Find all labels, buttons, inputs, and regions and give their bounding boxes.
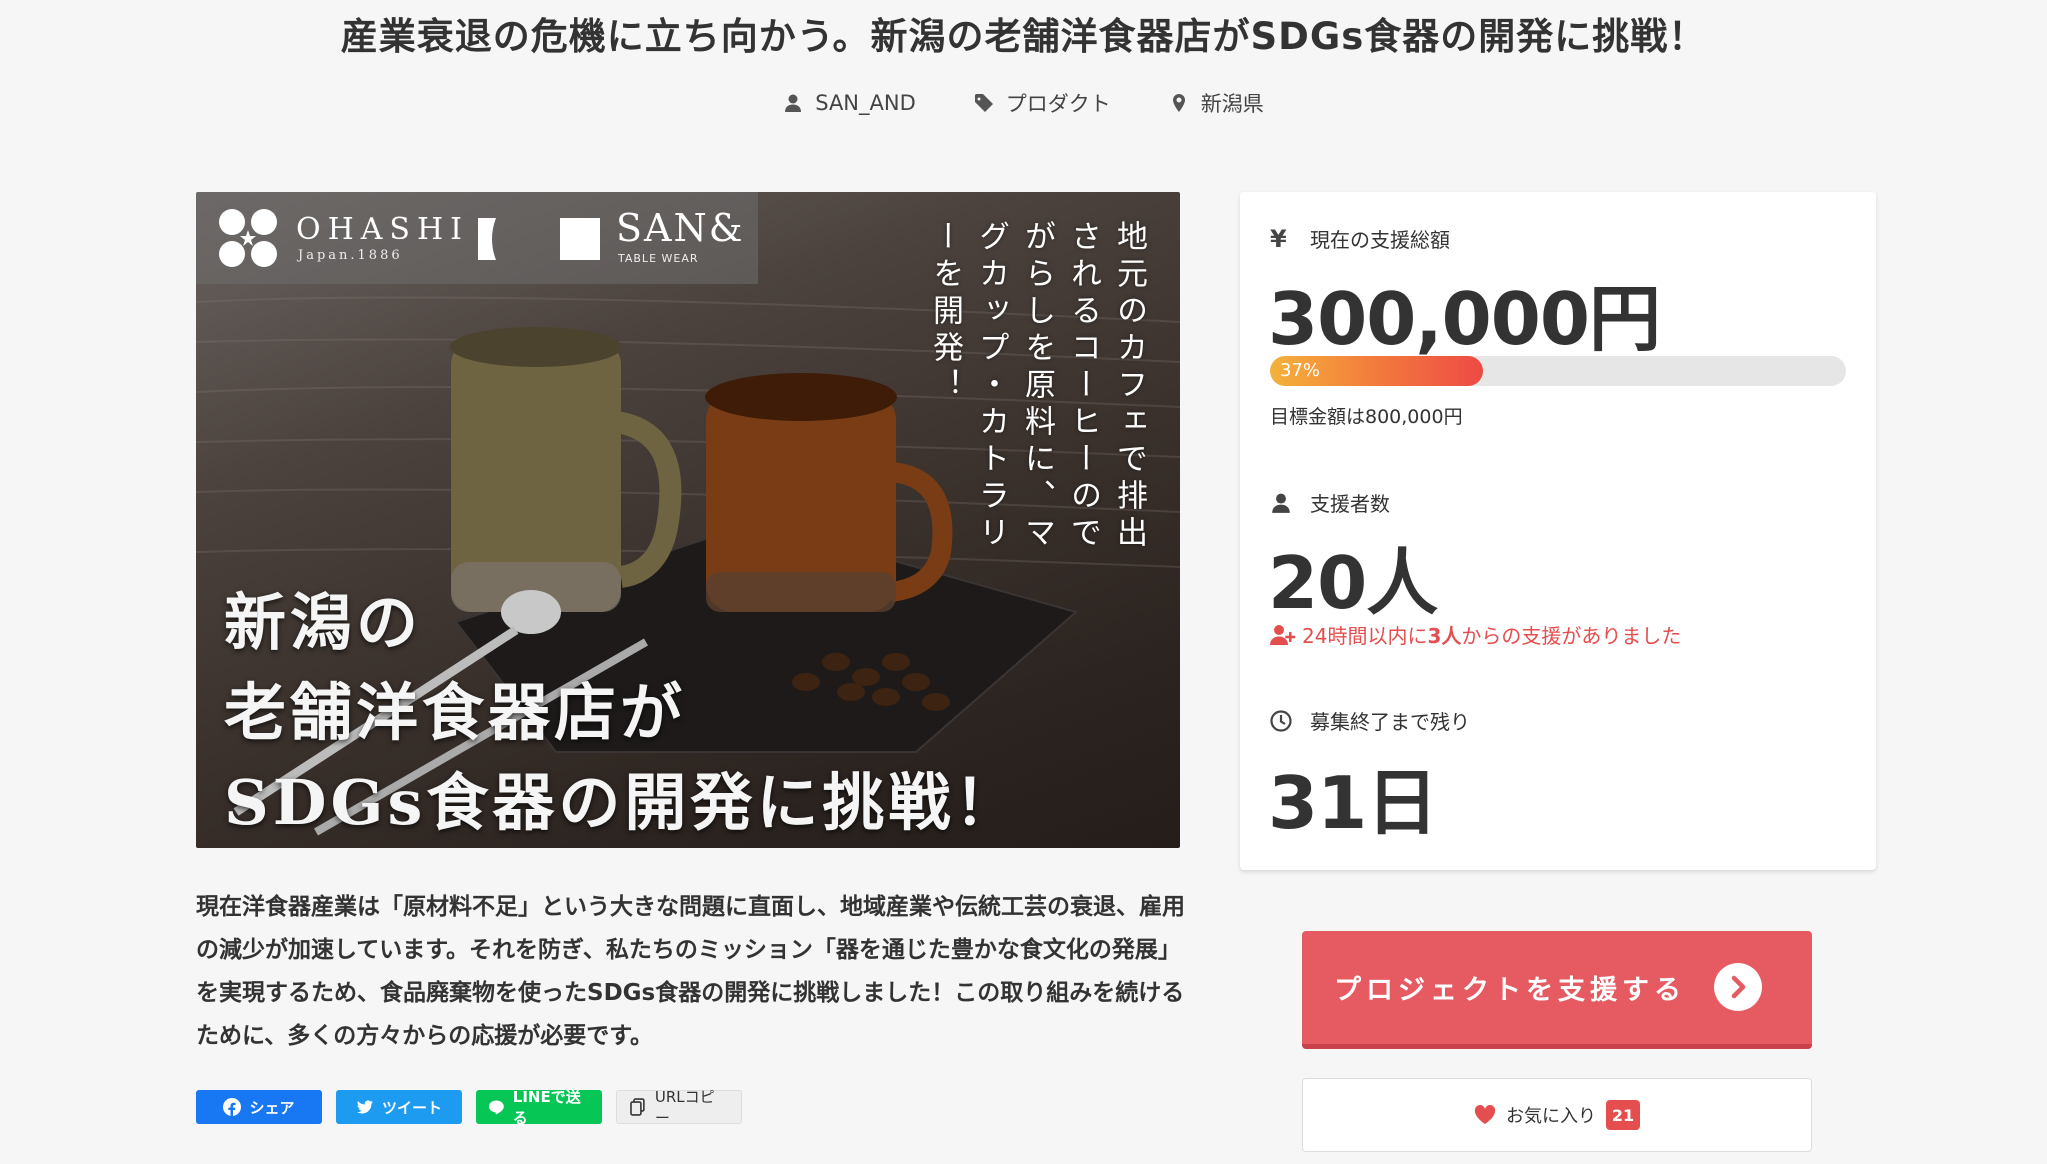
meta-category: プロダクト — [1005, 92, 1111, 116]
remaining-label: 募集終了まで残り — [1310, 710, 1470, 734]
hero-vertical-caption: 地元のカフェで排出されるコーヒーのでがらしを原料に、マグカップ・カトラリーを開発… — [927, 220, 1147, 553]
support-project-button[interactable]: プロジェクトを支援する — [1302, 931, 1812, 1049]
remaining-days: 31日 — [1268, 761, 1438, 845]
san-logo-icon — [478, 218, 600, 260]
meta-category-link[interactable]: プロダクト — [974, 88, 1111, 118]
line-icon — [488, 1100, 504, 1115]
logo-san-text: SAN& — [616, 206, 745, 250]
copy-icon — [630, 1098, 645, 1116]
funded-label-row: ¥ 現在の支援総額 — [1270, 224, 1450, 253]
twitter-share-button[interactable]: ツイート — [336, 1090, 462, 1124]
meta-location: 新潟県 — [1200, 92, 1264, 116]
twitter-icon — [356, 1100, 373, 1114]
funded-amount: 300,000円 — [1268, 277, 1661, 361]
support-button-label: プロジェクトを支援する — [1334, 975, 1686, 1006]
hero-headline-line-2: 老舗洋食器店が — [224, 676, 687, 749]
project-description: 現在洋食器産業は「原材料不足」という大きな問題に直面し、地域産業や伝統工芸の衰退… — [196, 894, 1185, 1049]
url-copy-label: URLコピー — [654, 1088, 715, 1127]
user-icon — [785, 94, 802, 112]
recent-prefix: 24時間以内に — [1302, 624, 1428, 648]
url-copy-button[interactable]: URLコピー — [616, 1088, 742, 1127]
recent-suffix: からの支援がありました — [1461, 624, 1682, 648]
supporters-count: 20人 — [1268, 541, 1438, 625]
logo-ohashi-text: OHASHI — [296, 212, 469, 247]
hero-image: OHASHI Japan.1886 SAN& TABLE WEAR 地元のカフェ… — [196, 192, 1180, 848]
favorite-label: お気に入り — [1506, 1106, 1596, 1127]
brand-logo-bar: OHASHI Japan.1886 SAN& TABLE WEAR — [196, 192, 758, 284]
clock-icon — [1270, 709, 1292, 732]
meta-author: SAN_AND — [815, 91, 916, 115]
facebook-share-button[interactable]: シェア — [196, 1090, 322, 1124]
tag-icon — [974, 94, 993, 112]
yen-icon: ¥ — [1270, 224, 1287, 253]
meta-location-link[interactable]: 新潟県 — [1169, 88, 1264, 118]
map-pin-icon — [1172, 94, 1185, 112]
line-share-label: LINEで送る — [512, 1088, 581, 1127]
favorite-button[interactable]: お気に入り 21 — [1302, 1078, 1812, 1152]
hero-headline-line-1: 新潟の — [224, 586, 423, 659]
recent-count: 3人 — [1427, 624, 1462, 648]
facebook-share-label: シェア — [249, 1098, 295, 1117]
logo-japan-text: Japan.1886 — [298, 248, 403, 263]
logo-tablewear-text: TABLE WEAR — [618, 252, 699, 265]
funded-label: 現在の支援総額 — [1310, 228, 1450, 252]
hero-headline-line-3: SDGs食器の開発に挑戦！ — [224, 766, 1021, 839]
ohashi-logo-icon — [219, 209, 277, 267]
goal-amount: 目標金額は800,000円 — [1270, 406, 1463, 428]
project-meta: SAN_AND プロダクト 新潟県 — [0, 88, 2047, 118]
share-buttons: シェア ツイート LINEで送る URLコピー — [196, 1088, 742, 1127]
user-plus-icon — [1270, 624, 1296, 645]
recent-supporters-notice: 24時間以内に3人からの支援がありました — [1270, 620, 1681, 649]
heart-icon — [1474, 1105, 1496, 1124]
page-title: 産業衰退の危機に立ち向かう。新潟の老舗洋食器店がSDGs食器の開発に挑戦！ — [340, 15, 1707, 58]
line-share-button[interactable]: LINEで送る — [476, 1088, 602, 1127]
chevron-right-icon — [1714, 963, 1762, 1011]
favorite-count: 21 — [1606, 1100, 1640, 1130]
twitter-share-label: ツイート — [381, 1098, 442, 1117]
meta-author-link[interactable]: SAN_AND — [783, 88, 916, 118]
progress-percent: 37% — [1280, 360, 1321, 381]
funding-progress-bar: 37% — [1270, 356, 1846, 386]
remaining-label-row: 募集終了まで残り — [1270, 706, 1470, 735]
facebook-icon — [223, 1098, 242, 1116]
supporters-label: 支援者数 — [1310, 492, 1390, 516]
funding-stats-card: ¥ 現在の支援総額 300,000円 37% 目標金額は800,000円 支援者… — [1240, 192, 1876, 870]
user-icon — [1272, 493, 1290, 513]
supporters-label-row: 支援者数 — [1270, 488, 1390, 517]
